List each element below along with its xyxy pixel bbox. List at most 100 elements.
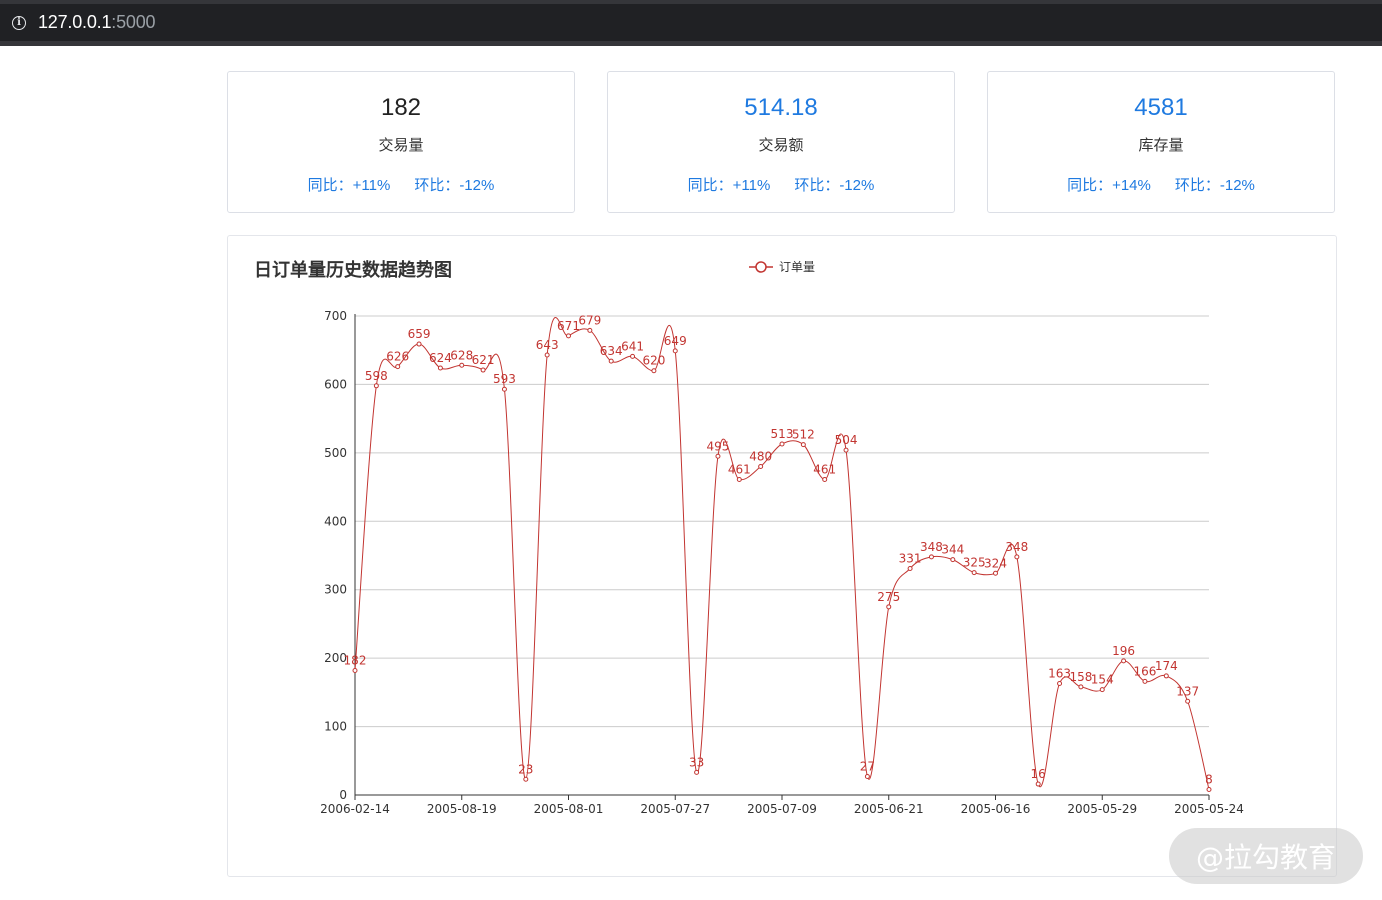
data-label: 593 xyxy=(493,372,516,386)
data-point xyxy=(1035,781,1041,787)
data-point xyxy=(886,604,892,610)
kpi-label: 交易量 xyxy=(378,137,424,154)
info-icon[interactable]: i xyxy=(12,15,26,30)
kpi-card-amount: 514.18 交易额 同比：+11% 环比：-12% xyxy=(607,71,955,213)
order-trend-chart: 日订单量历史数据趋势图 订单量 010020030040050060070020… xyxy=(254,259,1244,816)
data-label: 634 xyxy=(600,344,623,358)
data-point xyxy=(352,667,358,673)
data-point xyxy=(1057,680,1063,686)
kpi-yoy: 同比：+11% xyxy=(307,177,391,194)
data-label: 461 xyxy=(813,463,836,477)
data-point xyxy=(523,776,529,782)
data-label: 649 xyxy=(664,334,687,348)
data-label: 33 xyxy=(689,755,704,769)
kpi-mom: 环比：-12% xyxy=(1174,177,1255,194)
kpi-mom: 环比：-12% xyxy=(794,177,875,194)
data-point xyxy=(416,341,422,347)
data-point xyxy=(672,348,678,354)
data-label: 495 xyxy=(706,439,729,453)
url-port: :5000 xyxy=(111,12,156,32)
data-point xyxy=(800,442,806,448)
data-point xyxy=(373,383,379,389)
data-label: 628 xyxy=(450,348,473,362)
data-label: 23 xyxy=(518,762,533,776)
data-label: 480 xyxy=(749,450,772,464)
kpi-mom: 环比：-12% xyxy=(414,177,495,194)
data-point xyxy=(480,367,486,373)
data-point xyxy=(1163,673,1169,679)
data-label: 324 xyxy=(984,556,1007,570)
browser-toolbar: i 127.0.0.1:5000 xyxy=(0,0,1382,46)
data-label: 174 xyxy=(1155,659,1178,673)
data-point xyxy=(651,368,657,374)
data-point xyxy=(843,447,849,453)
y-tick-label: 500 xyxy=(324,446,347,460)
kpi-card-inventory: 4581 库存量 同比：+14% 环比：-12% xyxy=(987,71,1335,213)
url-host: 127.0.0.1 xyxy=(38,12,112,32)
data-point xyxy=(971,570,977,576)
x-tick-label: 2005-07-09 xyxy=(747,802,817,816)
series-line xyxy=(354,317,1210,790)
data-point xyxy=(694,769,700,775)
data-label: 154 xyxy=(1091,673,1114,687)
data-point xyxy=(566,333,571,339)
data-label: 620 xyxy=(642,354,665,368)
data-label: 504 xyxy=(835,433,858,447)
kpi-value: 514.18 xyxy=(744,94,818,121)
data-label: 671 xyxy=(557,319,580,333)
data-label: 344 xyxy=(941,543,964,557)
kpi-yoy: 同比：+14% xyxy=(1067,177,1151,194)
data-point xyxy=(630,353,636,359)
kpi-value: 182 xyxy=(380,94,422,121)
kpi-value: 4581 xyxy=(1134,94,1188,121)
data-point xyxy=(779,441,785,447)
data-label: 598 xyxy=(365,369,388,383)
data-label: 643 xyxy=(536,338,559,352)
data-label: 679 xyxy=(578,313,601,327)
data-label: 512 xyxy=(792,428,815,442)
y-tick-label: 400 xyxy=(324,514,347,528)
data-label: 27 xyxy=(860,760,875,774)
chart-legend[interactable]: 订单量 xyxy=(749,260,815,274)
data-point xyxy=(608,358,614,364)
data-label: 624 xyxy=(429,351,452,365)
x-tick-label: 2005-08-01 xyxy=(534,802,604,816)
data-point xyxy=(993,570,998,576)
kpi-label: 交易额 xyxy=(758,137,804,154)
legend-label: 订单量 xyxy=(779,260,815,274)
data-label: 621 xyxy=(472,353,495,367)
kpi-label: 库存量 xyxy=(1138,137,1184,154)
data-label: 513 xyxy=(771,427,794,441)
url-text[interactable]: 127.0.0.1:5000 xyxy=(38,12,156,33)
kpi-yoy: 同比：+11% xyxy=(687,177,771,194)
data-point xyxy=(715,453,721,459)
data-point xyxy=(736,477,742,483)
data-label: 137 xyxy=(1176,684,1199,698)
chart-title: 日订单量历史数据趋势图 xyxy=(254,259,452,281)
y-tick-label: 0 xyxy=(339,788,347,802)
data-point xyxy=(950,557,956,563)
data-point xyxy=(907,566,913,572)
kpi-comparison: 同比：+14% 环比：-12% xyxy=(988,174,1334,195)
data-point xyxy=(587,327,593,333)
data-label: 331 xyxy=(899,552,922,566)
x-tick-label: 2006-02-14 xyxy=(320,802,390,816)
data-point xyxy=(758,464,764,470)
legend-marker-icon xyxy=(755,261,767,273)
data-label: 348 xyxy=(920,540,943,554)
data-point xyxy=(1078,684,1084,690)
data-point xyxy=(395,364,401,370)
data-label: 163 xyxy=(1048,666,1071,680)
data-label: 158 xyxy=(1069,670,1092,684)
chart-panel: 日订单量历史数据趋势图 订单量 0 100 200 300 400 500 600 700 20… xyxy=(227,235,1337,877)
data-point xyxy=(1206,787,1212,793)
watermark: @拉勾教育 xyxy=(1169,828,1363,884)
data-label: 182 xyxy=(344,653,367,667)
data-label: 348 xyxy=(1005,540,1028,554)
data-label: 8 xyxy=(1205,773,1213,787)
data-label: 325 xyxy=(963,556,986,570)
data-point xyxy=(928,554,934,560)
address-bar[interactable]: i 127.0.0.1:5000 xyxy=(0,4,1382,41)
data-point xyxy=(864,774,870,780)
y-tick-label: 300 xyxy=(324,583,347,597)
